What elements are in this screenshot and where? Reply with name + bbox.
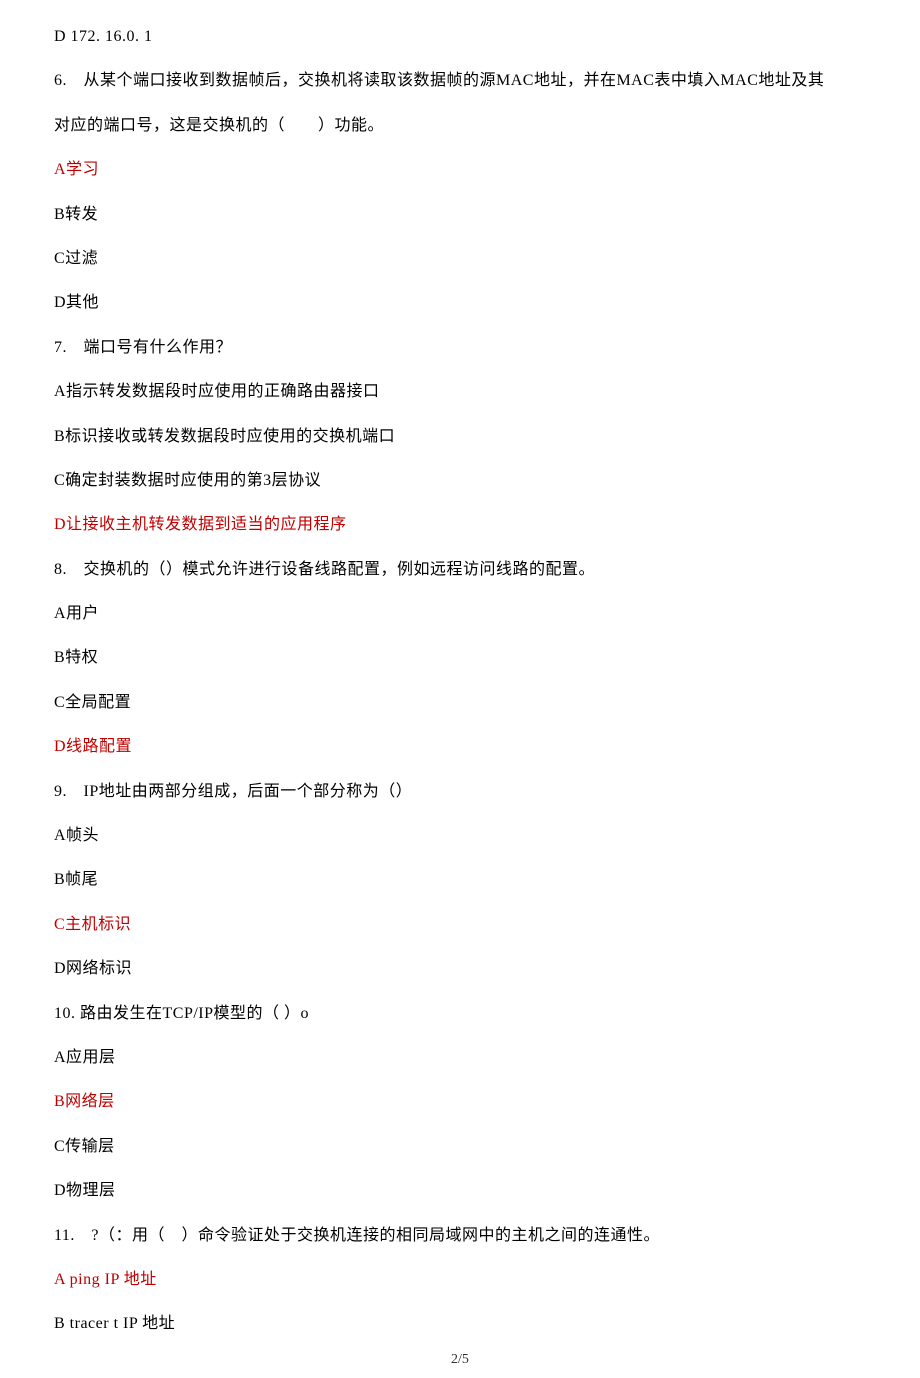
q6-option-c: C过滤 [54,248,866,270]
document-page: D 172. 16.0. 1 6. 从某个端口接收到数据帧后，交换机将读取该数据… [0,0,920,1378]
q6-option-d: D其他 [54,292,866,314]
q8-option-a: A用户 [54,603,866,625]
q8-option-c: C全局配置 [54,692,866,714]
q6-option-b: B转发 [54,204,866,226]
q7-option-b: B标识接收或转发数据段时应使用的交换机端口 [54,426,866,448]
q11-option-a: A ping IP 地址 [54,1269,866,1291]
q8-stem: 8. 交换机的（）模式允许进行设备线路配置，例如远程访问线路的配置。 [54,559,866,581]
q10-stem: 10. 路由发生在TCP/IP模型的（ ）o [54,1003,866,1025]
q9-option-c: C主机标识 [54,914,866,936]
q9-option-a: A帧头 [54,825,866,847]
q11-option-b: B tracer t IP 地址 [54,1313,866,1335]
page-number: 2/5 [0,1352,920,1368]
q7-option-c: C确定封装数据时应使用的第3层协议 [54,470,866,492]
preamble-line: D 172. 16.0. 1 [54,26,866,48]
q9-stem: 9. IP地址由两部分组成，后面一个部分称为（） [54,781,866,803]
q11-stem: 11. ?（：用（ ）命令验证处于交换机连接的相同局域网中的主机之间的连通性。 [54,1225,866,1247]
q7-stem: 7. 端口号有什么作用？ [54,337,866,359]
q10-option-b: B网络层 [54,1091,866,1113]
q10-option-c: C传输层 [54,1136,866,1158]
q8-option-d: D线路配置 [54,736,866,758]
q10-option-a: A应用层 [54,1047,866,1069]
q10-option-d: D物理层 [54,1180,866,1202]
q9-option-b: B帧尾 [54,869,866,891]
q6-option-a: A学习 [54,159,866,181]
q8-option-b: B特权 [54,647,866,669]
q7-option-d: D让接收主机转发数据到适当的应用程序 [54,514,866,536]
q7-option-a: A指示转发数据段时应使用的正确路由器接口 [54,381,866,403]
q6-stem-line2: 对应的端口号，这是交换机的（ ）功能。 [54,115,866,137]
q6-stem-line1: 6. 从某个端口接收到数据帧后，交换机将读取该数据帧的源MAC地址，并在MAC表… [54,70,866,92]
q9-option-d: D网络标识 [54,958,866,980]
